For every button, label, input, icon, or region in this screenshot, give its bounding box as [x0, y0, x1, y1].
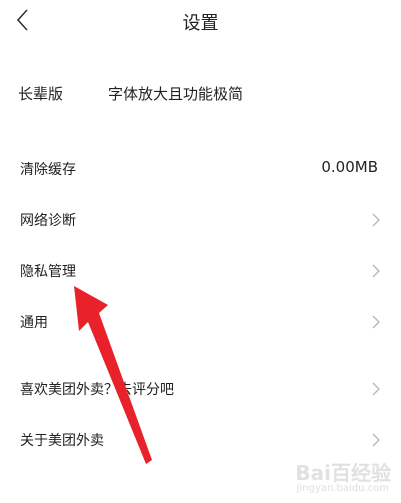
chevron-right-icon [372, 382, 380, 396]
chevron-right-icon [372, 433, 380, 447]
rate-app-row[interactable]: 喜欢美团外卖？去评分吧 [0, 367, 401, 411]
chevron-right-icon [372, 315, 380, 329]
rate-app-label: 喜欢美团外卖？去评分吧 [20, 382, 174, 398]
privacy-management-row[interactable]: 隐私管理 [0, 249, 401, 293]
about-row[interactable]: 关于美团外卖 [0, 418, 401, 462]
chevron-right-icon [372, 264, 380, 278]
elder-mode-label: 长辈版 [18, 85, 64, 103]
watermark-text: Bai百经验 [295, 461, 391, 485]
about-label: 关于美团外卖 [20, 433, 104, 449]
clear-cache-row[interactable]: 清除缓存 0.00MB [0, 147, 401, 191]
general-label: 通用 [20, 315, 48, 331]
watermark-subtext: jingyan.baidu.com [296, 483, 389, 494]
watermark: Bai百经验 jingyan.baidu.com [271, 457, 391, 499]
cache-size-value: 0.00MB [321, 158, 378, 176]
chevron-right-icon [372, 213, 380, 227]
general-row[interactable]: 通用 [0, 300, 401, 344]
page-title: 设置 [182, 13, 219, 34]
privacy-management-label: 隐私管理 [20, 264, 76, 280]
clear-cache-label: 清除缓存 [20, 162, 76, 178]
elder-mode-description: 字体放大且功能极简 [108, 85, 244, 103]
network-diagnosis-row[interactable]: 网络诊断 [0, 198, 401, 242]
network-diagnosis-label: 网络诊断 [20, 213, 76, 229]
elder-mode-row[interactable]: 长辈版 字体放大且功能极简 [0, 75, 401, 111]
header-bar: 设置 [0, 0, 401, 40]
